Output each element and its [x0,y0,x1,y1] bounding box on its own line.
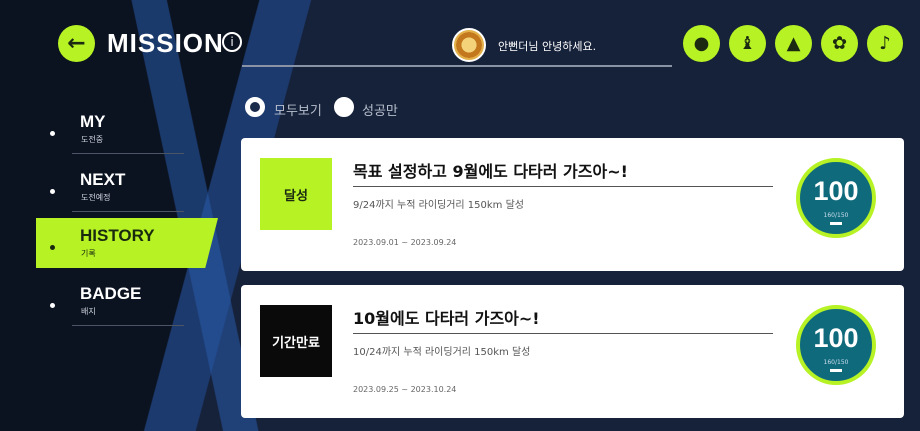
mission-date-range: 2023.09.01 ~ 2023.09.24 [353,238,457,247]
progress-gauge: 100 160/150 [796,158,876,238]
mission-title: 목표 설정하고 9월에도 다타러 가즈아~! [353,162,628,181]
sidebar-item-label: NEXT [80,170,126,189]
sidebar-item-label: BADGE [80,284,142,303]
filter-all-label[interactable]: 모두보기 [274,100,322,119]
greeting-text: 안뻔더님 안녕하세요. [498,40,597,53]
sidebar-divider [72,325,184,326]
sidebar-item-badge[interactable]: BADGE 배지 [36,276,206,326]
person-icon: ● [693,33,710,54]
bullet-icon [50,303,55,308]
sidebar-item-sublabel: 배지 [81,307,96,316]
back-button[interactable]: ← [58,25,95,62]
card-divider [353,333,773,334]
sidebar-item-my[interactable]: MY 도전중 [36,104,206,154]
filter-success-label[interactable]: 성공만 [362,100,398,119]
sidebar-divider [72,153,184,154]
sidebar-item-label: MY [80,112,106,131]
progress-distance: 160/150 [823,212,849,219]
music-icon: ♪ [879,33,891,54]
sidebar-item-sublabel: 도전예정 [81,193,111,202]
bullet-icon [50,245,55,250]
avatar[interactable] [452,28,486,62]
sidebar-item-sublabel: 도전중 [81,135,104,144]
bullet-icon [50,189,55,194]
sidebar-item-sublabel: 기록 [81,249,96,258]
bullet-icon [50,131,55,136]
trophy-icon: ♝ [739,33,756,54]
card-divider [353,186,773,187]
mission-description: 9/24까지 누적 라이딩거리 150km 달성 [353,200,524,211]
mission-title: 10월에도 다타러 가즈아~! [353,309,540,328]
sidebar-item-next[interactable]: NEXT 도전예정 [36,162,206,212]
progress-distance: 160/150 [823,359,849,366]
sidebar-item-label: HISTORY [80,226,155,245]
header-divider [242,65,672,67]
mission-card[interactable]: 달성 목표 설정하고 9월에도 다타러 가즈아~! 9/24까지 누적 라이딩거… [241,138,904,271]
mission-description: 10/24까지 누적 라이딩거리 150km 달성 [353,347,531,358]
profile-button[interactable]: ● [683,25,720,62]
filter-all-radio[interactable] [245,97,265,117]
progress-mini-bar [830,369,842,372]
page-title: MISSION [107,28,224,58]
mission-card[interactable]: 기간만료 10월에도 다타러 가즈아~! 10/24까지 누적 라이딩거리 15… [241,285,904,418]
notification-button[interactable]: ▲ [775,25,812,62]
info-icon[interactable]: i [222,32,242,52]
settings-button[interactable]: ✿ [821,25,858,62]
filter-success-radio[interactable] [334,97,354,117]
sidebar-item-history[interactable]: HISTORY 기록 [36,218,218,268]
progress-mini-bar [830,222,842,225]
progress-percent: 100 [813,176,859,206]
status-badge: 기간만료 [260,305,332,377]
bell-icon: ▲ [786,33,801,54]
arrow-left-icon: ← [67,31,86,56]
sidebar-divider [72,211,184,212]
status-badge: 달성 [260,158,332,230]
trophy-button[interactable]: ♝ [729,25,766,62]
gear-icon: ✿ [831,33,848,54]
music-button[interactable]: ♪ [867,25,903,62]
mission-date-range: 2023.09.25 ~ 2023.10.24 [353,385,457,394]
progress-percent: 100 [813,323,859,353]
progress-gauge: 100 160/150 [796,305,876,385]
